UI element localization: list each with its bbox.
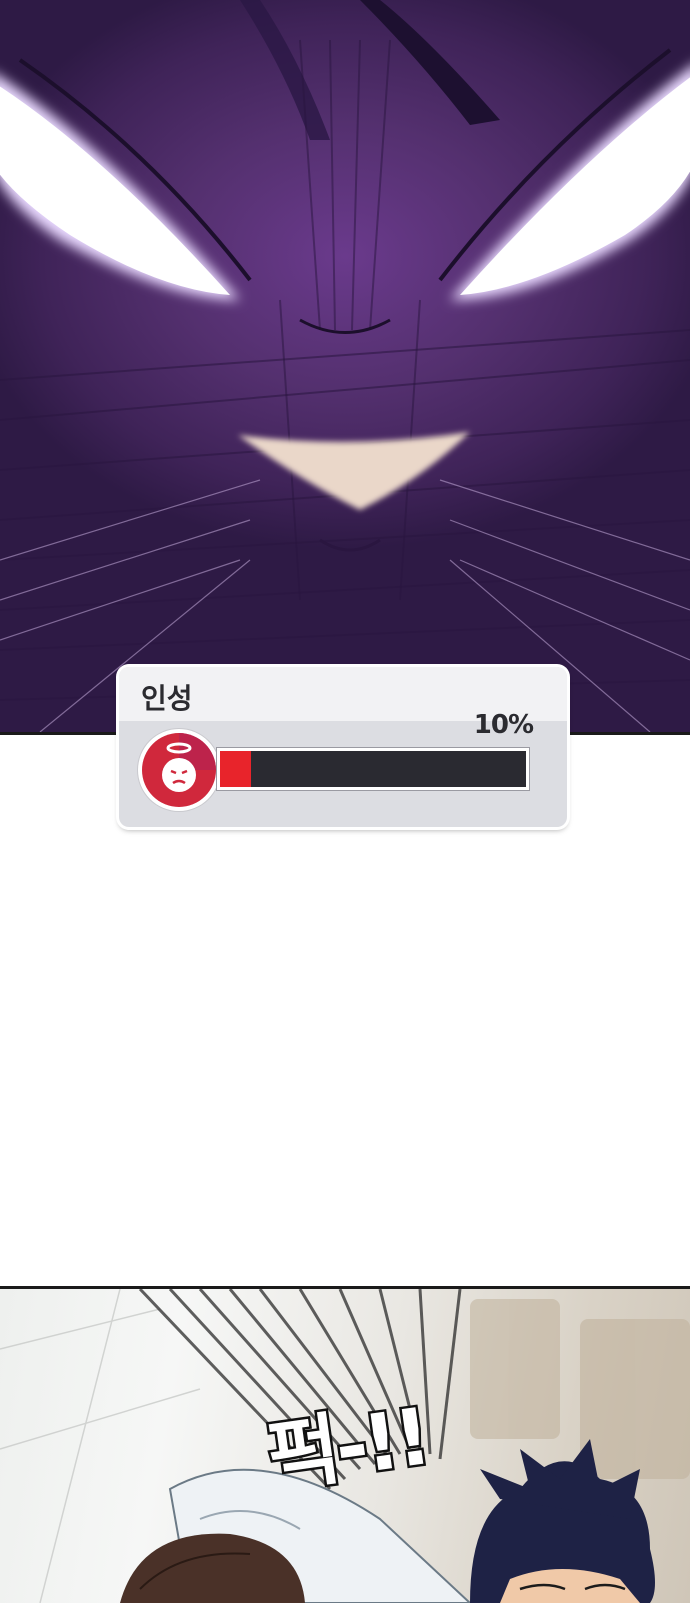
sound-effect-text: 퍽-!! (260, 1390, 435, 1506)
status-window: 인성 10% (119, 667, 567, 827)
status-percent-label: 10% (473, 710, 534, 740)
status-title: 인성 (141, 682, 193, 715)
action-panel: 퍽-!! (0, 1286, 690, 1603)
glowing-eye-left (0, 76, 240, 300)
glowing-eye-right (450, 67, 690, 300)
face-illustration (0, 0, 690, 732)
face-closeup-panel (0, 0, 690, 735)
status-progress-bar (217, 748, 529, 790)
angel-face-icon (138, 729, 220, 811)
status-progress-fill (220, 751, 251, 787)
grin-mouth (238, 432, 470, 510)
